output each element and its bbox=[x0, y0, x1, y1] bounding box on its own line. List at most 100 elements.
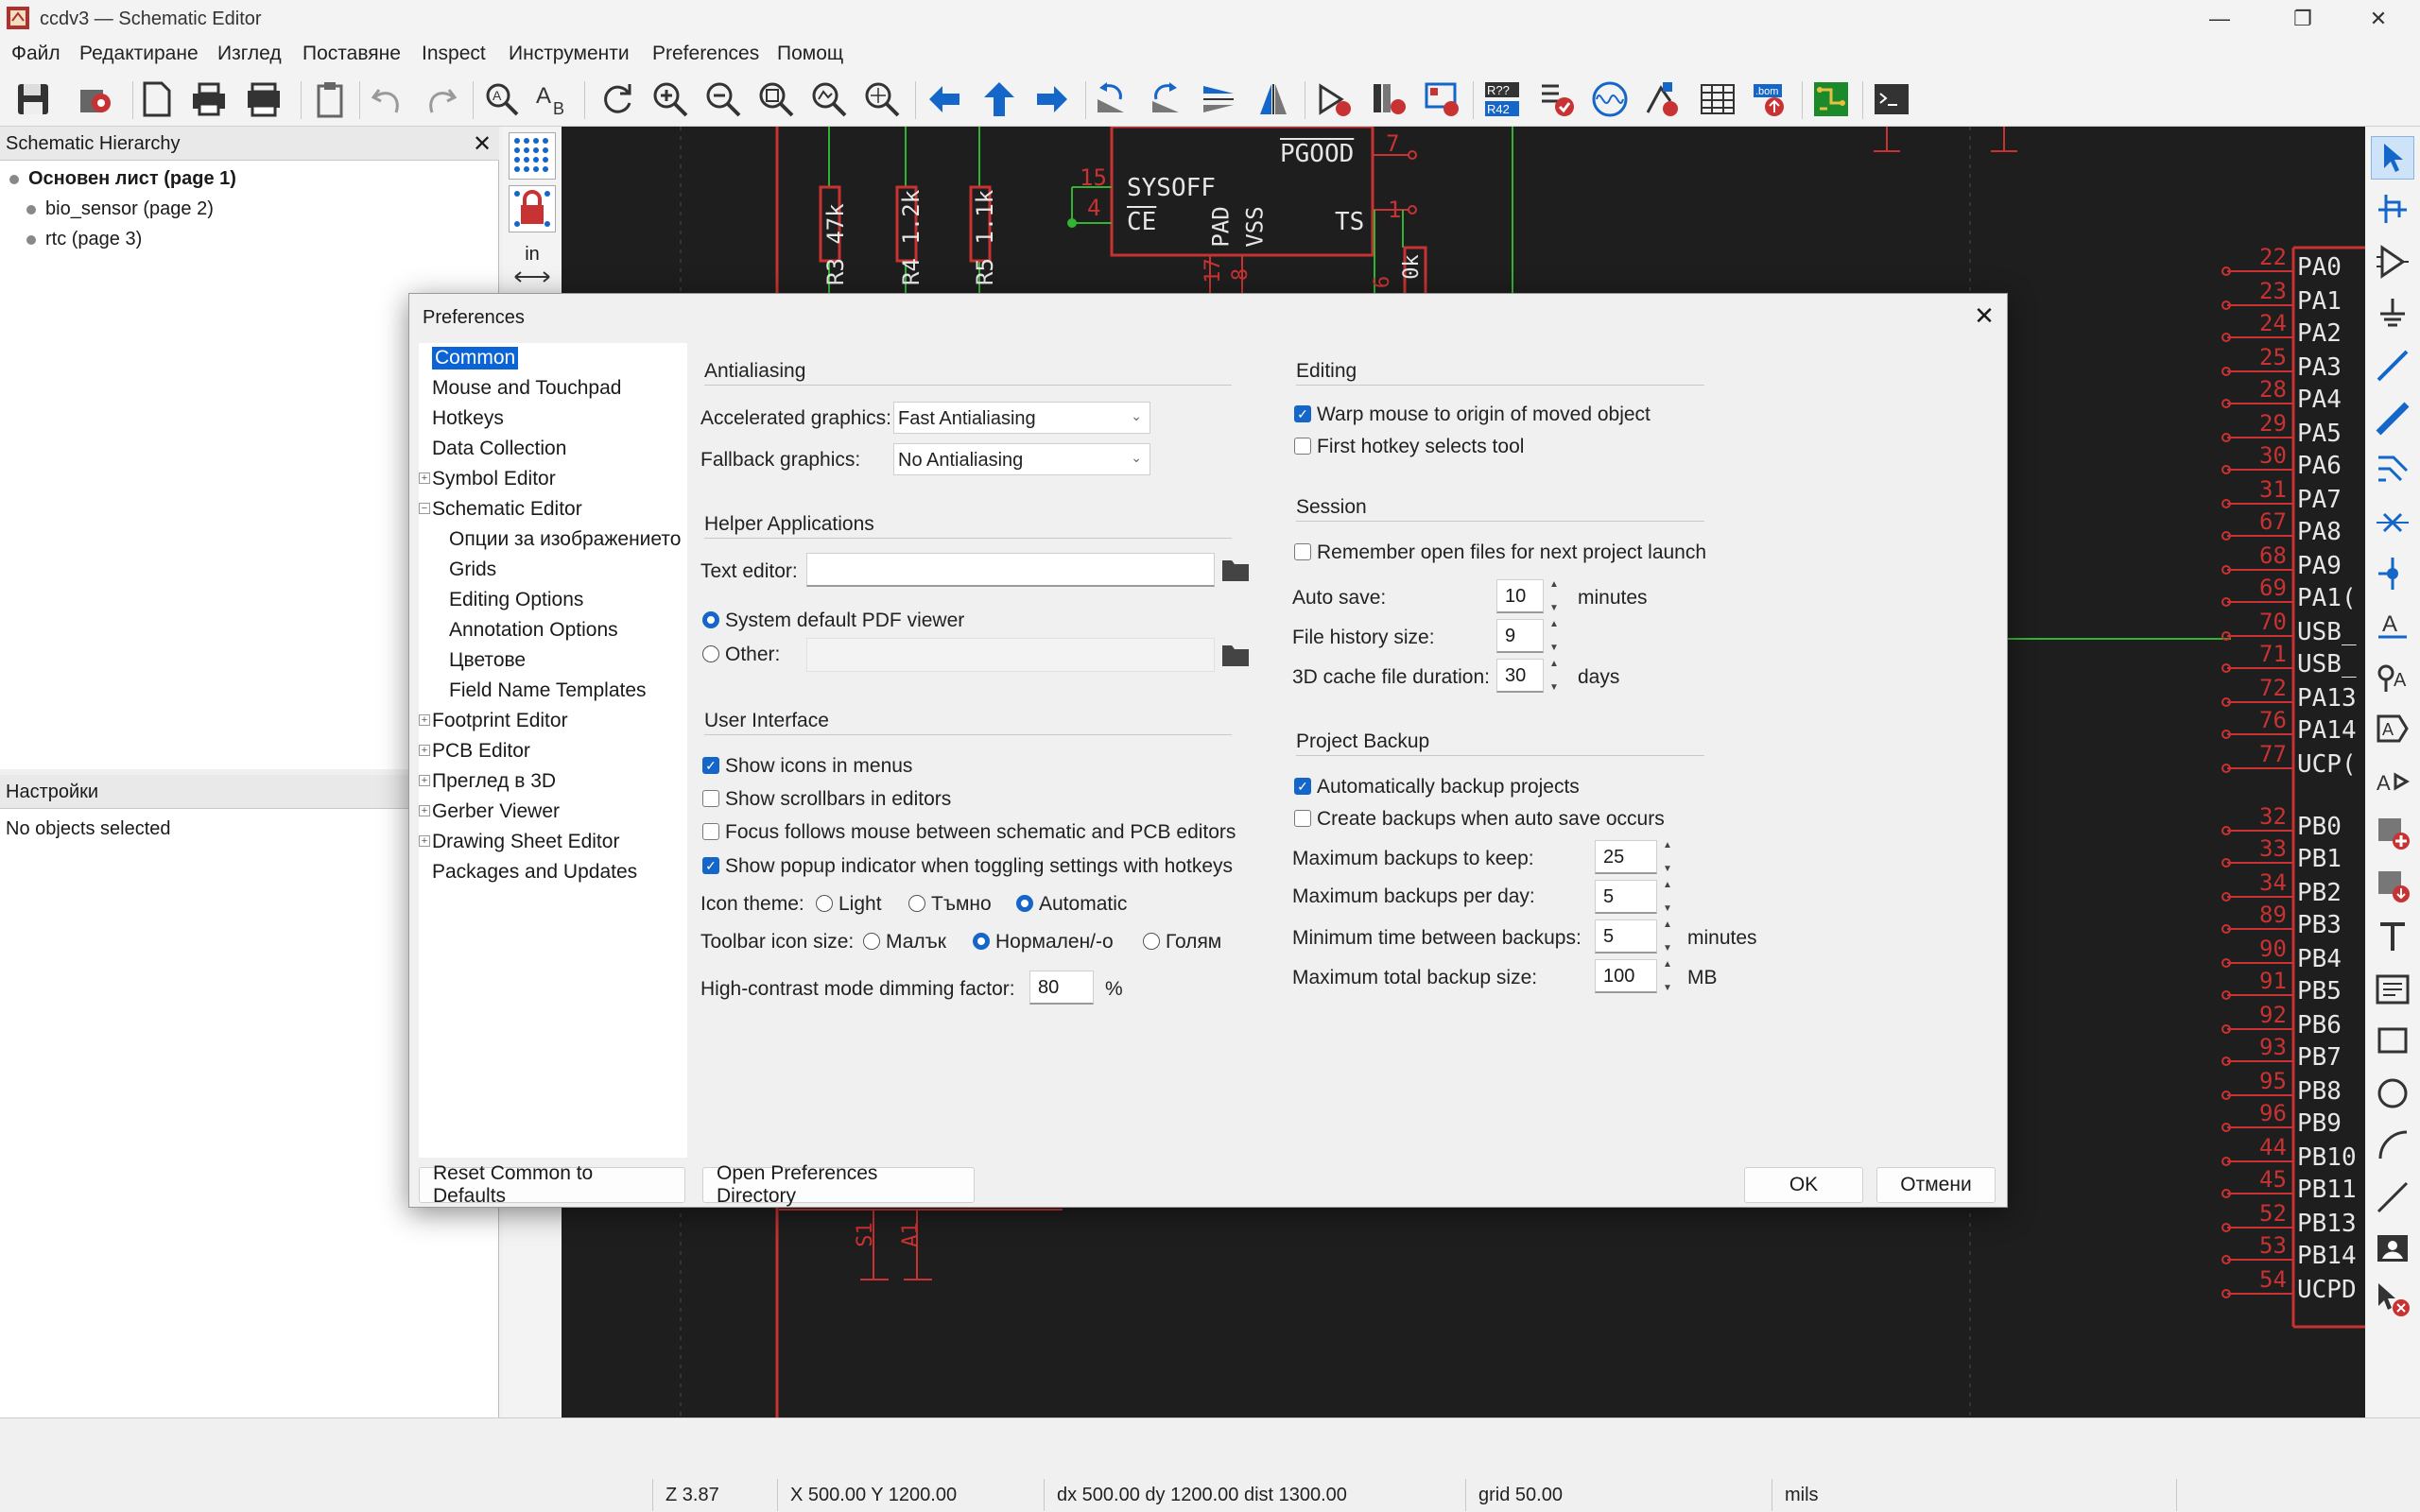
nav-schematic-editor[interactable]: Schematic Editor bbox=[432, 498, 582, 521]
max-size-spinner[interactable]: 100 bbox=[1595, 959, 1657, 993]
nav-drawing-sheet-editor[interactable]: Drawing Sheet Editor bbox=[432, 831, 619, 853]
pdf-other-radio[interactable] bbox=[702, 645, 719, 662]
menu-tools[interactable]: Инструменти bbox=[509, 43, 630, 65]
size-large-radio[interactable] bbox=[1143, 933, 1160, 950]
pdf-other-input[interactable] bbox=[806, 638, 1215, 672]
nav-editing-options[interactable]: Editing Options bbox=[449, 589, 583, 611]
reset-defaults-button[interactable]: Reset Common to Defaults bbox=[419, 1162, 685, 1207]
navigate-back-icon[interactable] bbox=[923, 77, 966, 121]
dialog-close-icon[interactable]: ✕ bbox=[1969, 301, 1999, 332]
expand-icon[interactable]: + bbox=[419, 805, 430, 816]
symbol-library-icon[interactable] bbox=[1367, 77, 1410, 121]
add-line-icon[interactable] bbox=[2371, 1176, 2414, 1219]
symbol-editor-icon[interactable] bbox=[1312, 77, 1356, 121]
add-netclass-icon[interactable]: A bbox=[2371, 656, 2414, 699]
show-icons-checkbox[interactable]: ✓ bbox=[702, 757, 719, 774]
import-sheet-pin-icon[interactable] bbox=[2371, 864, 2414, 907]
navigate-up-icon[interactable] bbox=[977, 77, 1021, 121]
select-tool-icon[interactable] bbox=[2371, 136, 2414, 180]
min-time-spin-buttons[interactable]: ▲ ▼ bbox=[1659, 919, 1676, 954]
menu-edit[interactable]: Редактиране bbox=[79, 43, 199, 65]
menu-help[interactable]: Помощ bbox=[777, 43, 843, 65]
per-day-spin-buttons[interactable]: ▲ ▼ bbox=[1659, 880, 1676, 914]
expand-icon[interactable]: + bbox=[419, 775, 430, 786]
nav-3d-viewer[interactable]: Преглед в 3D bbox=[432, 770, 556, 793]
collapse-icon[interactable]: − bbox=[419, 503, 430, 514]
redo-icon[interactable] bbox=[420, 77, 463, 121]
mirror-vertical-icon[interactable] bbox=[1197, 77, 1240, 121]
add-global-label-icon[interactable]: A bbox=[2371, 707, 2414, 750]
nav-display-options[interactable]: Опции за изображението bbox=[449, 528, 681, 551]
zoom-objects-icon[interactable] bbox=[807, 77, 851, 121]
cache-spin-buttons[interactable]: ▲ ▼ bbox=[1546, 659, 1563, 693]
fallback-graphics-select[interactable]: No Antialiasing ⌄ bbox=[893, 443, 1150, 475]
backup-on-autosave-checkbox[interactable] bbox=[1294, 810, 1311, 827]
expand-icon[interactable]: + bbox=[419, 714, 430, 726]
annotate-icon[interactable]: R?? R42 bbox=[1480, 77, 1524, 121]
warp-mouse-checkbox[interactable]: ✓ bbox=[1294, 405, 1311, 422]
nav-common[interactable]: Common bbox=[430, 346, 520, 370]
nav-colors[interactable]: Цветове bbox=[449, 649, 526, 672]
max-size-spin-buttons[interactable]: ▲ ▼ bbox=[1659, 959, 1676, 993]
nav-field-name-templates[interactable]: Field Name Templates bbox=[449, 679, 647, 702]
mirror-horizontal-icon[interactable] bbox=[1252, 77, 1295, 121]
minimize-button[interactable]: — bbox=[2182, 0, 2257, 38]
rotate-cw-icon[interactable] bbox=[1144, 77, 1187, 121]
zoom-out-icon[interactable] bbox=[701, 77, 745, 121]
highlight-net-icon[interactable] bbox=[2371, 187, 2414, 231]
add-rectangle-icon[interactable] bbox=[2371, 1019, 2414, 1062]
schematic-setup-icon[interactable] bbox=[74, 77, 117, 121]
add-hier-label-icon[interactable]: A bbox=[2371, 760, 2414, 803]
nav-annotation-options[interactable]: Annotation Options bbox=[449, 619, 618, 642]
theme-light-radio[interactable] bbox=[816, 895, 833, 912]
maximize-button[interactable]: ❐ bbox=[2265, 0, 2341, 38]
close-window-button[interactable]: ✕ bbox=[2341, 0, 2416, 38]
bom-table-icon[interactable] bbox=[1696, 77, 1739, 121]
theme-dark-radio[interactable] bbox=[908, 895, 925, 912]
delete-tool-icon[interactable] bbox=[2371, 1278, 2414, 1321]
max-keep-spin-buttons[interactable]: ▲ ▼ bbox=[1659, 840, 1676, 874]
ok-button[interactable]: OK bbox=[1744, 1167, 1863, 1203]
per-day-spinner[interactable]: 5 bbox=[1595, 880, 1657, 914]
bom-generate-icon[interactable]: .bom bbox=[1749, 77, 1792, 121]
history-spin-buttons[interactable]: ▲ ▼ bbox=[1546, 619, 1563, 653]
close-panel-icon[interactable]: ✕ bbox=[473, 130, 492, 158]
refresh-icon[interactable] bbox=[596, 77, 639, 121]
simulator-icon[interactable] bbox=[1588, 77, 1632, 121]
undo-icon[interactable] bbox=[365, 77, 408, 121]
add-bus-icon[interactable] bbox=[2371, 397, 2414, 440]
dimming-input[interactable]: 80 bbox=[1029, 971, 1094, 1005]
grid-toggle-icon[interactable] bbox=[509, 132, 556, 180]
nav-packages-updates[interactable]: Packages and Updates bbox=[432, 861, 637, 884]
folder-icon[interactable] bbox=[1220, 557, 1251, 583]
nav-mouse-touchpad[interactable]: Mouse and Touchpad bbox=[432, 377, 621, 400]
find-icon[interactable]: A bbox=[480, 77, 524, 121]
nav-hotkeys[interactable]: Hotkeys bbox=[432, 407, 504, 430]
print-icon[interactable] bbox=[187, 77, 231, 121]
add-label-icon[interactable]: A bbox=[2371, 603, 2414, 646]
min-time-spinner[interactable]: 5 bbox=[1595, 919, 1657, 954]
expand-icon[interactable]: + bbox=[419, 835, 430, 847]
save-icon[interactable] bbox=[11, 77, 55, 121]
erc-icon[interactable] bbox=[1535, 77, 1579, 121]
menu-preferences[interactable]: Preferences bbox=[652, 43, 759, 65]
find-replace-icon[interactable]: AB bbox=[531, 77, 575, 121]
rotate-ccw-icon[interactable] bbox=[1089, 77, 1132, 121]
theme-automatic-radio[interactable] bbox=[1016, 895, 1033, 912]
history-spinner[interactable]: 9 bbox=[1496, 619, 1544, 653]
size-small-radio[interactable] bbox=[863, 933, 880, 950]
open-prefs-dir-button[interactable]: Open Preferences Directory bbox=[702, 1162, 975, 1207]
no-connect-icon[interactable] bbox=[2371, 501, 2414, 544]
plot-icon[interactable] bbox=[242, 77, 285, 121]
menu-file[interactable]: Файл bbox=[11, 43, 60, 65]
zoom-in-icon[interactable] bbox=[648, 77, 692, 121]
text-editor-input[interactable] bbox=[806, 553, 1215, 587]
add-bus-entry-icon[interactable] bbox=[2371, 448, 2414, 491]
autosave-spinner[interactable]: 10 bbox=[1496, 579, 1544, 613]
zoom-fit-icon[interactable] bbox=[754, 77, 798, 121]
max-keep-spinner[interactable]: 25 bbox=[1595, 840, 1657, 874]
nav-gerber-viewer[interactable]: Gerber Viewer bbox=[432, 800, 560, 823]
add-junction-icon[interactable] bbox=[2371, 552, 2414, 595]
pdf-default-radio[interactable] bbox=[702, 611, 719, 628]
cache-spinner[interactable]: 30 bbox=[1496, 659, 1544, 693]
